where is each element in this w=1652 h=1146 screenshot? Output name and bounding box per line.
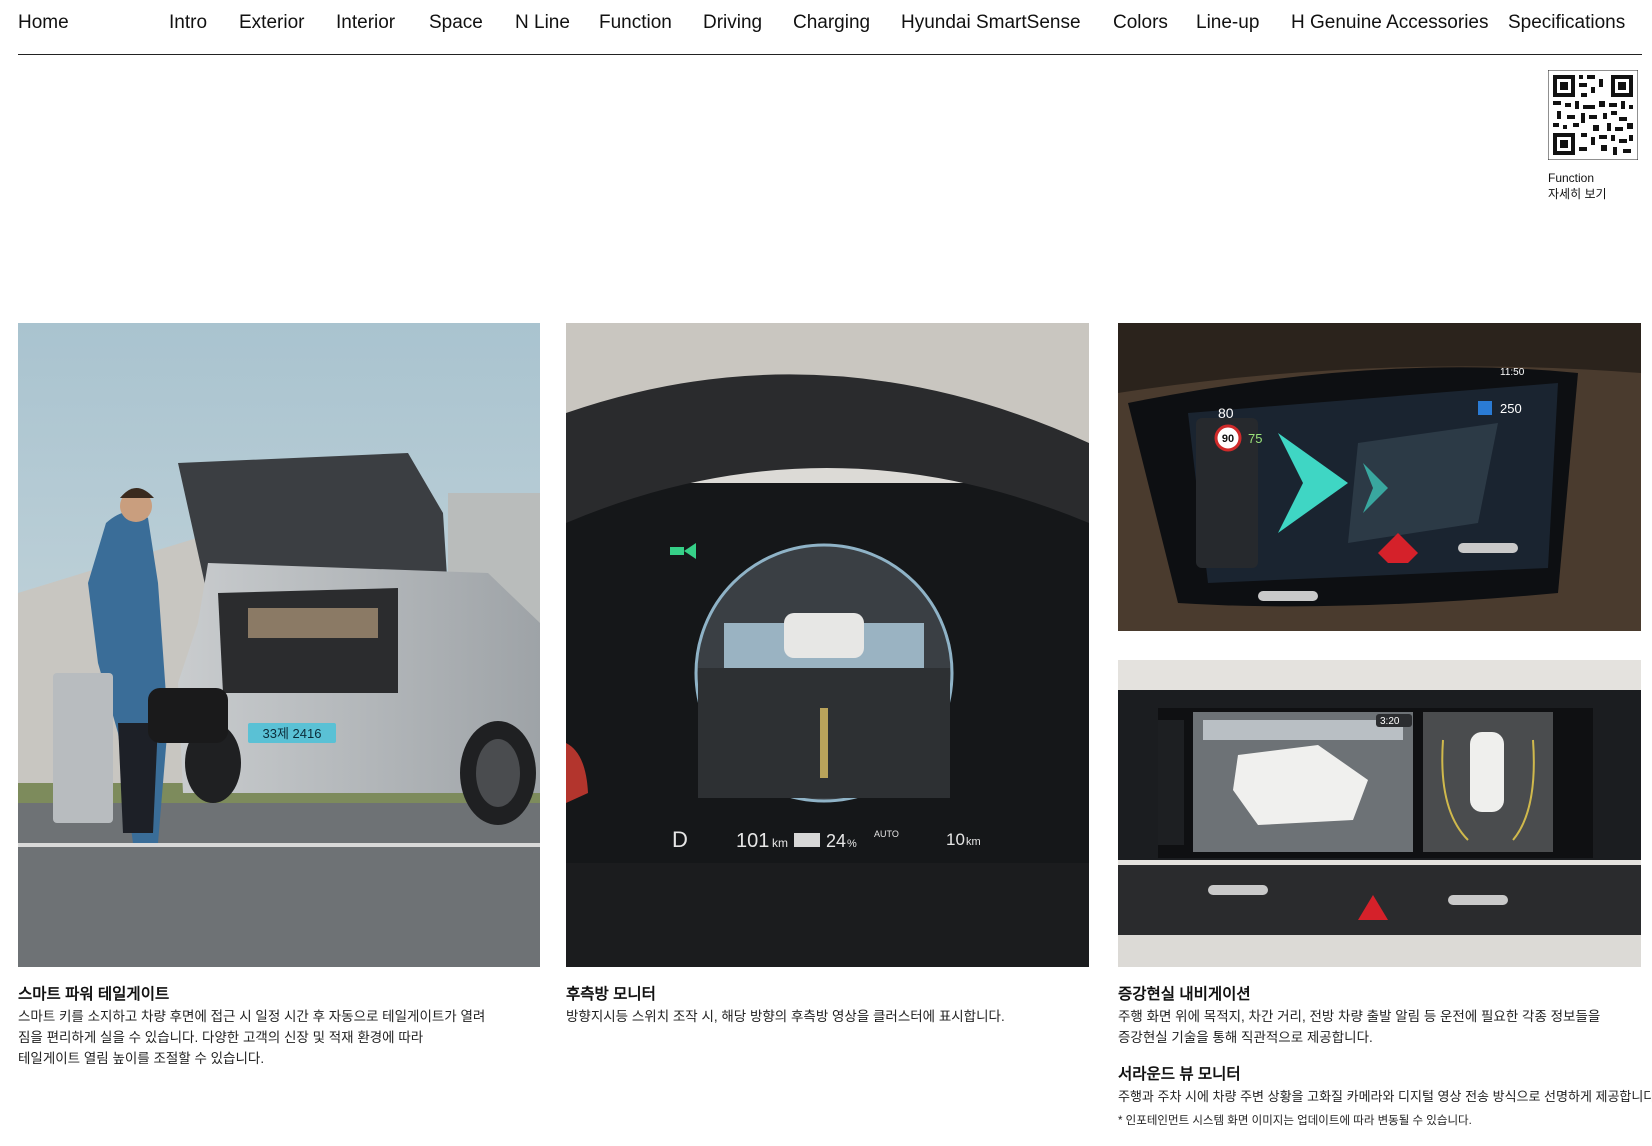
surround-view-title: 서라운드 뷰 모니터: [1118, 1066, 1241, 1083]
range-unit: km: [772, 836, 788, 850]
nav-exterior[interactable]: Exterior: [239, 12, 304, 34]
battery-unit: %: [847, 838, 857, 850]
nav-intro[interactable]: Intro: [169, 12, 207, 34]
surround-view-desc-line: 주행과 주차 시에 차량 주변 상황을 고화질 카메라와 디지털 영상 전송 방…: [1118, 1089, 1652, 1104]
surround-clock: 3:20: [1380, 716, 1400, 727]
license-plate: 33제 2416: [263, 726, 322, 741]
nav-genuine-accessories[interactable]: H Genuine Accessories: [1291, 12, 1489, 34]
auto-mode: AUTO: [874, 829, 899, 839]
qr-label-line2: 자세히 보기: [1548, 187, 1607, 201]
qr-label-line1: Function: [1548, 171, 1595, 185]
nav-specifications[interactable]: Specifications: [1508, 12, 1625, 34]
nav-n-line[interactable]: N Line: [515, 12, 570, 34]
tailgate-photo: 33제 2416: [18, 323, 540, 967]
nav-colors[interactable]: Colors: [1113, 12, 1168, 34]
ar-navigation-description: 주행 화면 위에 목적지, 차간 거리, 전방 차량 출발 알림 등 운전에 필…: [1118, 1006, 1643, 1048]
ar-navigation-title: 증강현실 내비게이션: [1118, 986, 1251, 1003]
nav-interior[interactable]: Interior: [336, 12, 395, 34]
ar-navigation-photo: 80 90 75 11:50 250: [1118, 323, 1641, 631]
surround-view-description: 주행과 주차 시에 차량 주변 상황을 고화질 카메라와 디지털 영상 전송 방…: [1118, 1086, 1652, 1107]
qr-code[interactable]: [1547, 69, 1639, 161]
speed-limit: 90: [1222, 433, 1234, 445]
qr-label[interactable]: Function 자세히 보기: [1548, 170, 1607, 202]
blind-spot-desc-line: 방향지시등 스위치 조작 시, 해당 방향의 후측방 영상을 클러스터에 표시합…: [566, 1009, 1005, 1024]
trip-unit: km: [966, 836, 981, 848]
tailgate-desc-line: 테일게이트 열림 높이를 조절할 수 있습니다.: [18, 1051, 265, 1066]
nav-charging[interactable]: Charging: [793, 12, 870, 34]
gear-indicator: D: [672, 827, 688, 852]
nav-function[interactable]: Function: [599, 12, 672, 34]
nav-driving[interactable]: Driving: [703, 12, 762, 34]
tailgate-description: 스마트 키를 소지하고 차량 후면에 접근 시 일정 시간 후 자동으로 테일게…: [18, 1006, 540, 1069]
tailgate-desc-line: 짐을 편리하게 실을 수 있습니다. 다양한 고객의 신장 및 적재 환경에 따…: [18, 1030, 424, 1045]
trip-value: 10: [946, 830, 965, 849]
battery-value: 24: [826, 831, 846, 851]
nav-home[interactable]: Home: [18, 12, 69, 34]
tailgate-desc-line: 스마트 키를 소지하고 차량 후면에 접근 시 일정 시간 후 자동으로 테일게…: [18, 1009, 486, 1024]
nav-hyundai-smartsense[interactable]: Hyundai SmartSense: [901, 12, 1081, 34]
ar-navigation-desc-line: 증강현실 기술을 통해 직관적으로 제공합니다.: [1118, 1030, 1373, 1045]
blind-spot-title: 후측방 모니터: [566, 986, 656, 1003]
infotainment-note: * 인포테인먼트 시스템 화면 이미지는 업데이트에 따라 변동될 수 있습니다…: [1118, 1115, 1472, 1127]
turn-distance: 250: [1500, 401, 1522, 416]
nav-line-up[interactable]: Line-up: [1196, 12, 1259, 34]
top-navigation: Home Intro Exterior Interior Space N Lin…: [18, 0, 1642, 55]
blind-spot-description: 방향지시등 스위치 조작 시, 해당 방향의 후측방 영상을 클러스터에 표시합…: [566, 1006, 1089, 1027]
tailgate-title: 스마트 파워 테일게이트: [18, 986, 170, 1003]
ar-navigation-desc-line: 주행 화면 위에 목적지, 차간 거리, 전방 차량 출발 알림 등 운전에 필…: [1118, 1009, 1601, 1024]
range-value: 101: [736, 830, 769, 852]
surround-view-photo: 3:20: [1118, 660, 1641, 967]
nav-space[interactable]: Space: [429, 12, 483, 34]
current-speed: 80: [1218, 405, 1234, 421]
blind-spot-monitor-photo: D 101 km 24 % AUTO 10 km: [566, 323, 1089, 967]
nav-clock: 11:50: [1500, 367, 1525, 378]
set-speed: 75: [1248, 431, 1262, 446]
